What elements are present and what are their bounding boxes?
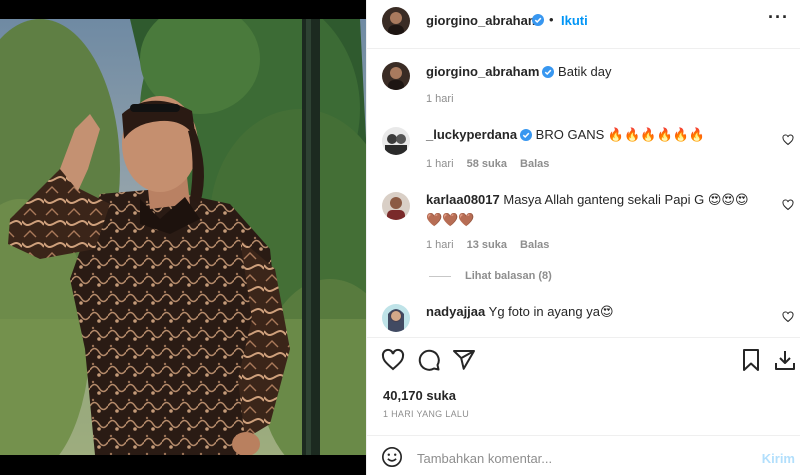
download-icon[interactable] bbox=[773, 348, 797, 372]
comment-username[interactable]: karlaa08017 bbox=[426, 192, 500, 207]
like-comment-heart-icon[interactable] bbox=[782, 134, 794, 146]
comment-1: _luckyperdana BRO GANS 🔥🔥🔥🔥🔥🔥 bbox=[426, 125, 756, 147]
view-replies-button[interactable]: Lihat balasan (8) bbox=[429, 270, 552, 282]
comment-text: BRO GANS 🔥🔥🔥🔥🔥🔥 bbox=[535, 127, 706, 142]
like-comment-heart-icon[interactable] bbox=[782, 199, 794, 211]
post-header: giorgino_abraham • Ikuti ··· bbox=[367, 0, 800, 49]
author-avatar[interactable] bbox=[382, 7, 410, 35]
comment-input[interactable]: Tambahkan komentar... bbox=[417, 451, 552, 466]
photo-top-letterbox bbox=[0, 0, 366, 19]
post-comment-button[interactable]: Kirim bbox=[762, 451, 795, 466]
comment-username[interactable]: _luckyperdana bbox=[426, 127, 517, 142]
comment-text: Yg foto in ayang ya😍 bbox=[488, 304, 614, 319]
caption-age: 1 hari bbox=[426, 93, 454, 105]
photo-bottom-letterbox bbox=[0, 455, 366, 475]
save-bookmark-icon[interactable] bbox=[739, 348, 763, 372]
more-options-icon[interactable]: ··· bbox=[768, 7, 789, 28]
comment-age: 1 hari bbox=[426, 158, 454, 170]
comment-2: karlaa08017 Masya Allah ganteng sekali P… bbox=[426, 190, 756, 230]
comment-meta: 1 hari 13 suka Balas bbox=[426, 239, 559, 251]
like-comment-heart-icon[interactable] bbox=[782, 311, 794, 323]
verified-badge-icon bbox=[542, 64, 555, 84]
comment-bubble-icon[interactable] bbox=[417, 348, 441, 372]
comment-meta: 1 hari 58 suka Balas bbox=[426, 158, 559, 170]
post-panel: giorgino_abraham • Ikuti ··· giorgino_ab… bbox=[366, 0, 800, 475]
post-photo[interactable] bbox=[0, 19, 366, 455]
comment-3: nadyajjaa Yg foto in ayang ya😍 bbox=[426, 302, 756, 322]
caption-text: Batik day bbox=[558, 64, 612, 79]
verified-badge-icon bbox=[532, 13, 544, 31]
action-bar bbox=[367, 337, 800, 338]
caption-meta: 1 hari bbox=[426, 93, 464, 105]
post-timestamp: 1 HARI YANG LALU bbox=[383, 409, 469, 419]
emoji-icon[interactable] bbox=[381, 446, 403, 468]
post-photo-illustration bbox=[0, 19, 366, 455]
reply-button[interactable]: Balas bbox=[520, 239, 549, 251]
comment-avatar[interactable] bbox=[382, 192, 410, 220]
comment-username[interactable]: nadyajjaa bbox=[426, 304, 485, 319]
add-comment-bar: Tambahkan komentar... Kirim bbox=[367, 435, 800, 476]
view-replies-label[interactable]: Lihat balasan (8) bbox=[465, 270, 552, 282]
follow-button[interactable]: Ikuti bbox=[561, 13, 588, 28]
comment-age: 1 hari bbox=[426, 239, 454, 251]
likes-count[interactable]: 40,170 suka bbox=[383, 388, 456, 403]
comment-avatar[interactable] bbox=[382, 304, 410, 332]
replies-divider bbox=[429, 275, 451, 277]
share-plane-icon[interactable] bbox=[452, 348, 476, 372]
dot-separator: • bbox=[549, 12, 554, 27]
author-username[interactable]: giorgino_abraham bbox=[426, 13, 539, 28]
reply-button[interactable]: Balas bbox=[520, 158, 549, 170]
caption: giorgino_abraham Batik day bbox=[426, 62, 756, 84]
verified-badge-icon bbox=[520, 127, 533, 147]
comment-avatar[interactable] bbox=[382, 127, 410, 155]
like-heart-icon[interactable] bbox=[381, 348, 405, 372]
caption-author-avatar[interactable] bbox=[382, 62, 410, 90]
comment-likes[interactable]: 58 suka bbox=[467, 158, 507, 170]
comment-likes[interactable]: 13 suka bbox=[467, 239, 507, 251]
caption-username[interactable]: giorgino_abraham bbox=[426, 64, 539, 79]
